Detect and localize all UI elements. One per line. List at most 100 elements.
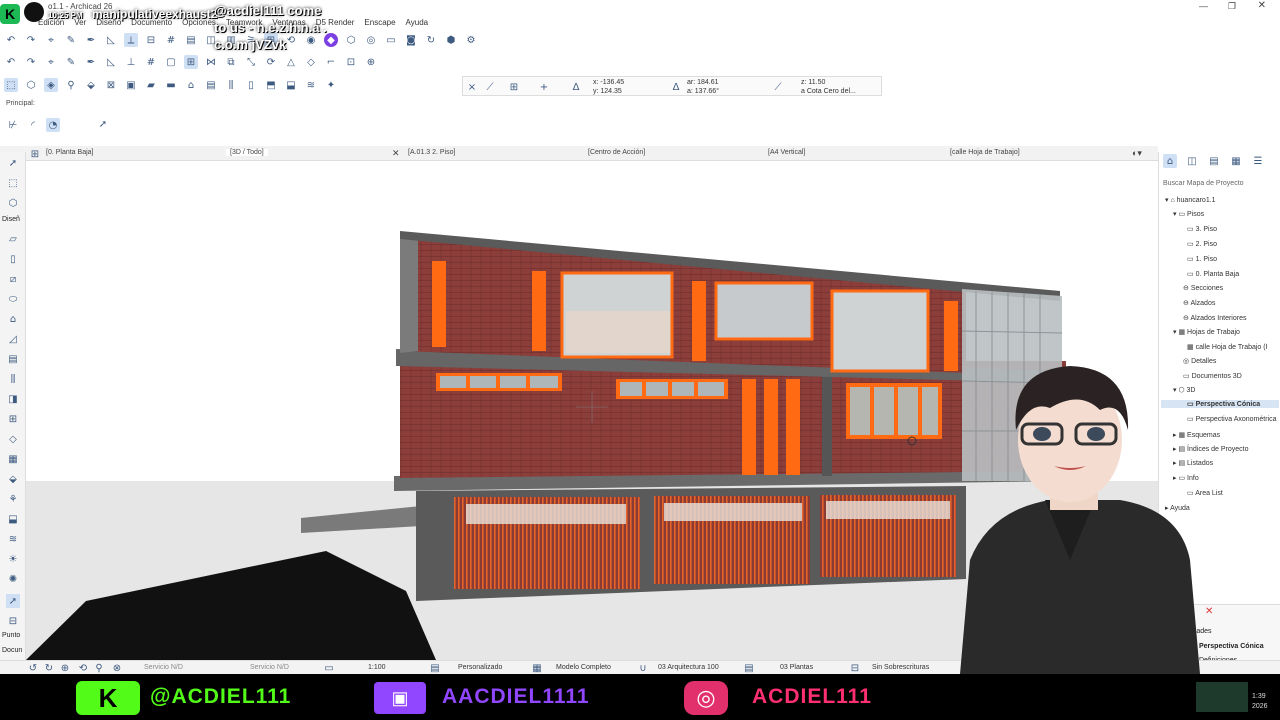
tree-pisos[interactable]: ▾ ▭ Pisos [1173,210,1204,218]
model-view-icon[interactable]: ▦ [530,661,544,675]
orbit-icon[interactable]: ⟲ [76,661,90,675]
dimension-value[interactable]: 03 Arquitectura 100 [658,664,719,671]
door-tool-icon[interactable]: ◨ [6,392,20,406]
tab-a4-vertical[interactable]: [A4 Vertical] [768,149,805,156]
refresh-icon[interactable]: ↻ [424,33,438,47]
close-tab-icon[interactable]: ✕ [392,148,400,159]
menu-item[interactable]: Enscape [364,18,395,27]
undo-icon[interactable]: ↶ [4,55,18,69]
pointer-tool-icon[interactable]: ➚ [6,594,20,608]
walk-icon[interactable]: ⚲ [92,661,106,675]
reference-level[interactable]: a Cota Cero del... [801,87,856,96]
snap-icon[interactable]: ⊞ [507,80,521,94]
line-tool-icon[interactable]: ⊬ [6,118,20,132]
tree-perspectiva-axonometrica[interactable]: ▭ Perspectiva Axonométrica [1187,415,1277,423]
menu-icon[interactable]: ☰ [1251,154,1265,168]
pick-icon[interactable]: ⌖ [44,55,58,69]
column-icon[interactable]: ▯ [244,78,258,92]
cube-icon[interactable]: ⬡ [344,33,358,47]
grid-icon[interactable]: # [164,33,178,47]
pen-set-icon[interactable]: ▤ [428,661,442,675]
tree-hojas-trabajo[interactable]: ▾ ▦ Hojas de Trabajo [1173,328,1240,336]
pick-icon[interactable]: ⌖ [44,33,58,47]
layer-icon[interactable]: ▤ [184,33,198,47]
stair-icon[interactable]: ▤ [204,78,218,92]
tab-3d-todo[interactable]: [3D / Todo] [226,149,268,156]
undo-icon[interactable]: ↶ [4,33,18,47]
navigator-search[interactable]: Buscar Mapa de Proyecto [1163,180,1244,187]
object-lib-icon[interactable]: ⚘ [6,492,20,506]
project-map-icon[interactable]: ⌂ [1163,154,1177,168]
fillet-icon[interactable]: ⌐ [324,55,338,69]
scale-icon[interactable]: ▭ [322,661,336,675]
mesh-tool-icon[interactable]: ≋ [6,532,20,546]
skylight-tool-icon[interactable]: ◇ [6,432,20,446]
undo-view-icon[interactable]: ↺ [26,661,40,675]
tab-menu-icon[interactable]: ◐▾ [1132,148,1142,159]
override-value[interactable]: Sin Sobrescrituras [872,664,929,671]
object-icon[interactable]: ⬒ [264,78,278,92]
arc-tool-icon[interactable]: ◜ [26,118,40,132]
scale-value[interactable]: 1:100 [368,664,386,671]
arrow-pointer-icon[interactable]: ➚ [96,117,110,131]
redo-view-icon[interactable]: ↻ [42,661,56,675]
rotate-icon[interactable]: ⟳ [264,55,278,69]
sun-tool-icon[interactable]: ✺ [6,572,20,586]
tab-2-piso[interactable]: [A.01.3 2. Piso] [408,149,455,156]
redo-icon[interactable]: ↷ [24,33,38,47]
layer-combo-icon[interactable]: ▤ [742,661,756,675]
delta-icon[interactable]: Δ [669,80,683,94]
stretch-icon[interactable]: ◇ [304,55,318,69]
railing-icon[interactable]: ⫼ [224,78,238,92]
tree-1-piso[interactable]: ▭ 1. Piso [1187,255,1217,263]
slope-icon[interactable]: ⟋ [771,80,785,94]
split-icon[interactable]: ⋈ [204,55,218,69]
syringe-icon[interactable]: ✎ [64,55,78,69]
window-tool-icon[interactable]: ⊞ [6,412,20,426]
zone-tool-icon[interactable]: ⬓ [6,512,20,526]
close-icon[interactable]: ✕ [1258,0,1266,11]
measure-icon[interactable]: ◺ [104,33,118,47]
video-icon[interactable]: ▭ [384,33,398,47]
syringe-icon[interactable]: ✎ [64,33,78,47]
dimension-icon[interactable]: ∪ [636,661,650,675]
render-icon[interactable]: ◆ [324,33,338,47]
snap-icon[interactable]: ⊟ [144,33,158,47]
grid-view-icon[interactable]: ⊞ [28,147,42,161]
marquee-tool-icon[interactable]: ⬚ [6,176,20,190]
hotspot-icon[interactable]: ◔ [46,118,60,132]
offset-icon[interactable]: ⤡ [244,55,258,69]
plus-icon[interactable]: + [537,80,551,94]
trim-icon[interactable]: △ [284,55,298,69]
fit-zoom-icon[interactable]: ⊗ [110,661,124,675]
tree-2-piso[interactable]: ▭ 2. Piso [1187,240,1217,248]
arrow-select-icon[interactable]: ⬚ [4,78,18,92]
section-icon[interactable]: ⊞ [184,55,198,69]
taskbar-app-icon[interactable] [1196,682,1248,712]
mirror-icon[interactable]: ⧉ [224,55,238,69]
orbit-icon[interactable]: ◈ [44,78,58,92]
tree-planta-baja[interactable]: ▭ 0. Planta Baja [1187,270,1239,278]
override-icon[interactable]: ⊟ [848,661,862,675]
line-icon[interactable]: ⟋ [483,80,497,94]
delta-icon[interactable]: Δ [569,80,583,94]
pen-set-value[interactable]: Personalizado [458,664,502,671]
close-icon[interactable]: × [465,80,479,94]
close-panel-icon[interactable]: ✕ [1205,606,1213,617]
photo-icon[interactable]: ◙ [404,33,418,47]
section-tool-icon[interactable]: ⊟ [6,614,20,628]
zone-icon[interactable]: ⬓ [284,78,298,92]
slab-tool-icon[interactable]: ⬭ [6,292,20,306]
align-icon[interactable]: ⊥ [124,55,138,69]
tree-alzados-interiores[interactable]: ⊖ Alzados Interiores [1183,314,1246,322]
beam-tool-icon[interactable]: ⧄ [6,272,20,286]
publisher-icon[interactable]: ▦ [1229,154,1243,168]
mesh-icon[interactable]: ≋ [304,78,318,92]
pen-icon[interactable]: ✒ [84,55,98,69]
window-icon[interactable]: ▣ [124,78,138,92]
tree-alzados[interactable]: ⊖ Alzados [1183,299,1215,307]
shell-tool-icon[interactable]: ◿ [6,332,20,346]
roof-tool-icon[interactable]: ⌂ [6,312,20,326]
view-icon[interactable]: ◉ [304,33,318,47]
tab-planta-baja[interactable]: [0. Planta Baja] [46,149,93,156]
